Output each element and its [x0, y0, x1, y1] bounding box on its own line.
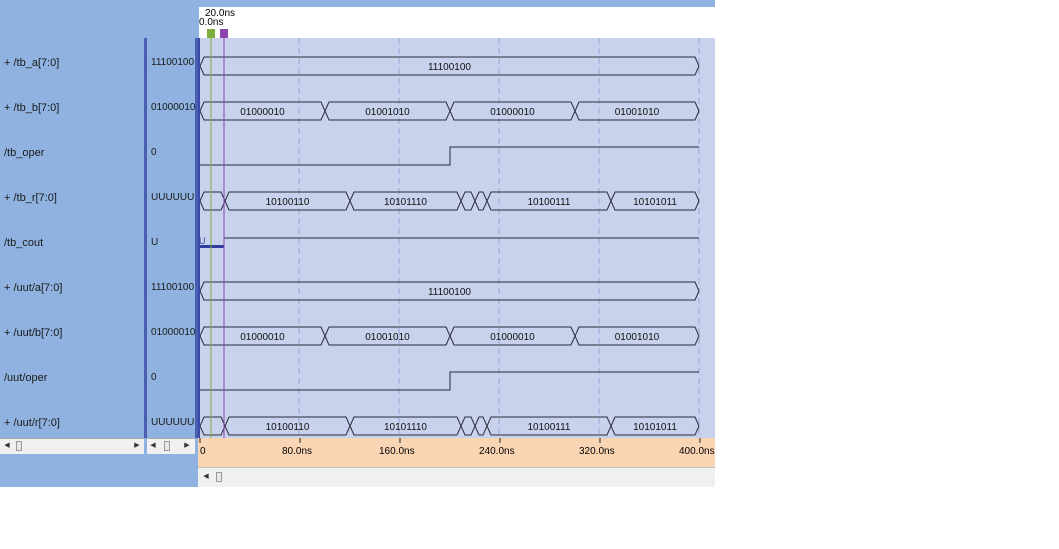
bus-value-label: 01001010 [365, 332, 410, 343]
arrow-right-icon[interactable]: ▶ [133, 441, 141, 451]
cursor-markers [207, 29, 228, 38]
cursor-area[interactable]: 20.0ns 0.0ns [199, 7, 715, 38]
signal-value: 0 [151, 147, 157, 158]
signal-name[interactable]: + /tb_a[7:0] [4, 55, 59, 71]
signal-values-pane: 11100100010000100UUUUUUUUU11100100010000… [147, 38, 195, 438]
time-tick-label: 160.0ns [379, 446, 415, 457]
waveform-window: 20.0ns 0.0ns + /tb_a[7:0] + /tb_b[7:0] /tb… [0, 0, 715, 487]
bus-value-label: 10100110 [266, 422, 310, 433]
bus-value-label: 01000010 [490, 107, 535, 118]
time-tick-label: 0 [200, 446, 206, 457]
bus-value-label: 01001010 [615, 332, 660, 343]
names-scroll-thumb[interactable] [16, 441, 22, 451]
signal-value: UUUUUUUU [151, 192, 195, 203]
signal-value: 11100100 [151, 57, 195, 68]
waveform-pane[interactable]: 11100100 01000010 01001010 01000010 01001010… [198, 38, 715, 438]
bus-segment[interactable] [474, 416, 488, 436]
cursor-0-flag[interactable] [207, 29, 215, 38]
bit-trace[interactable] [198, 371, 699, 391]
bus-value-label: 10100111 [527, 197, 570, 208]
signal-name[interactable]: + /tb_r[7:0] [4, 190, 57, 206]
time-axis-ticks [199, 438, 701, 443]
bus-value-label: 10101011 [633, 197, 677, 208]
time-tick-label: 240.0ns [479, 446, 515, 457]
bus-segment[interactable] [474, 191, 488, 211]
arrow-left-icon[interactable]: ◀ [3, 441, 11, 451]
window-top-strip [0, 0, 715, 7]
bus-value-label: 01000010 [240, 332, 285, 343]
arrow-left-icon[interactable]: ◀ [149, 441, 157, 451]
arrow-right-icon[interactable]: ▶ [183, 441, 191, 451]
time-tick-label: 320.0ns [579, 446, 615, 457]
signal-name[interactable]: + /tb_b[7:0] [4, 100, 59, 116]
time-axis[interactable]: 0 80.0ns 160.0ns 240.0ns 320.0ns 400.0ns [198, 438, 715, 467]
bus-value-label: 10100111 [527, 422, 570, 433]
signal-value: UUUUUUUU [151, 417, 195, 428]
values-horizontal-scrollbar[interactable]: ◀ ▶ [147, 438, 195, 454]
bus-value-label: 01000010 [240, 107, 285, 118]
values-scroll-thumb[interactable] [164, 441, 170, 451]
signal-value: 11100100 [151, 282, 195, 293]
bus-value-label: 10100110 [266, 197, 310, 208]
bus-value-label: 01001010 [615, 107, 660, 118]
time-tick-label: 80.0ns [282, 446, 313, 457]
signal-value: U [151, 237, 159, 248]
bus-segment[interactable] [199, 416, 226, 436]
signal-value: 01000010 [151, 327, 195, 338]
arrow-left-icon[interactable]: ◀ [202, 472, 210, 482]
bus-segment[interactable] [199, 191, 226, 211]
signal-name[interactable]: /tb_oper [4, 145, 44, 161]
bus-segment[interactable] [460, 191, 476, 211]
waveform-horizontal-scrollbar[interactable]: ◀ [198, 467, 715, 487]
bus-segment[interactable] [460, 416, 476, 436]
bus-value-label: 10101011 [633, 422, 677, 433]
signal-name[interactable]: /tb_cout [4, 235, 43, 251]
waveform-plot[interactable]: 11100100 01000010 01001010 01000010 01001010… [198, 38, 715, 438]
signal-name[interactable]: + /uut/b[7:0] [4, 325, 62, 341]
bus-value-label: 01001010 [365, 107, 410, 118]
signal-value: 0 [151, 372, 157, 383]
bus-value-label: 11100100 [428, 62, 471, 73]
signal-names-pane: + /tb_a[7:0] + /tb_b[7:0] /tb_oper + /tb_r[… [0, 38, 144, 438]
waveform-scroll-thumb[interactable] [216, 472, 222, 482]
bus-value-label: 10101110 [384, 197, 427, 208]
signal-name[interactable]: + /uut/r[7:0] [4, 415, 60, 431]
bus-value-label: 10101110 [384, 422, 427, 433]
signal-value: 01000010 [151, 102, 195, 113]
cursor-1-flag[interactable] [220, 29, 228, 38]
bus-value-label: 11100100 [428, 287, 471, 298]
bit-trace[interactable] [198, 146, 699, 166]
signal-name[interactable]: /uut/oper [4, 370, 47, 386]
bus-value-label: 01000010 [490, 332, 535, 343]
bit-trace[interactable] [198, 237, 699, 247]
signal-name[interactable]: + /uut/a[7:0] [4, 280, 62, 296]
time-tick-label: 400.0ns [679, 446, 715, 457]
names-horizontal-scrollbar[interactable]: ◀ ▶ [0, 438, 144, 454]
